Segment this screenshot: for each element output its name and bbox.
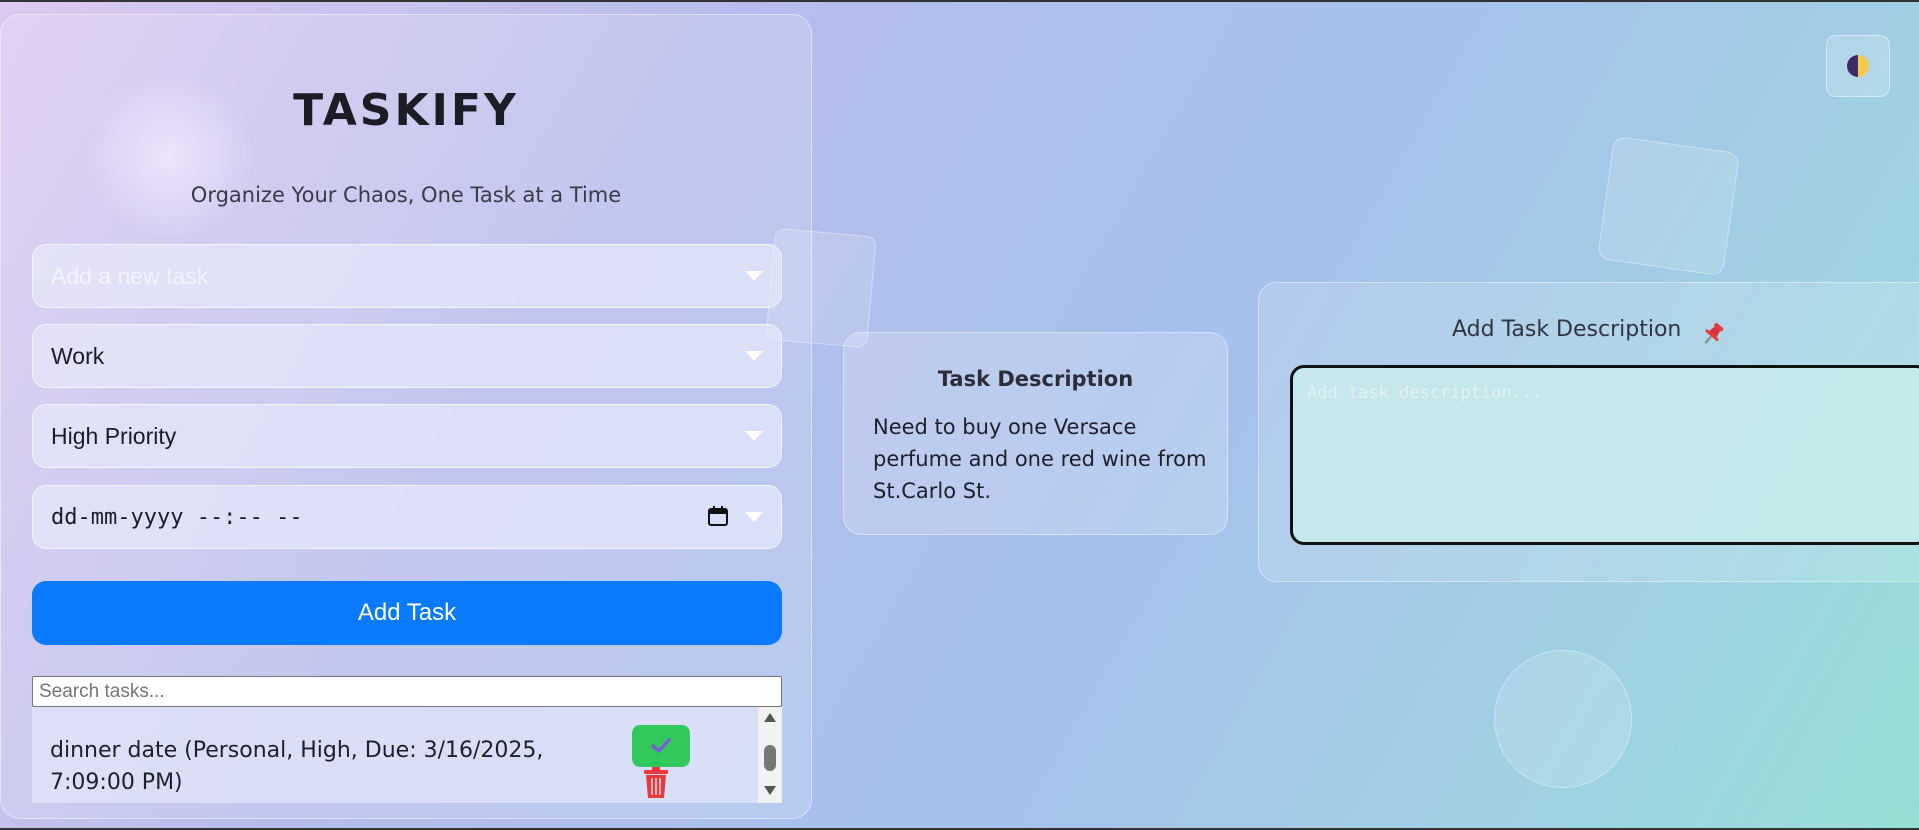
task-list-scrollbar[interactable] — [758, 707, 782, 803]
calendar-icon[interactable] — [707, 505, 729, 527]
description-textarea[interactable] — [1290, 365, 1919, 545]
decorative-square — [1596, 135, 1741, 277]
task-description-text: Need to buy one Versace perfume and one … — [873, 415, 1207, 503]
trash-icon[interactable] — [643, 767, 669, 799]
scroll-down-icon[interactable] — [764, 786, 776, 795]
chevron-down-icon — [745, 431, 763, 441]
priority-value: High Priority — [51, 422, 177, 449]
task-description-card: Task Description Need to buy one Versace… — [843, 332, 1228, 535]
task-list: dinner date (Personal, High, Due: 3/16/2… — [32, 707, 782, 803]
scroll-up-icon[interactable] — [764, 713, 776, 722]
datetime-placeholder: dd-mm-yyyy --:-- -- — [51, 504, 303, 530]
chevron-down-icon — [745, 512, 763, 522]
due-datetime-input[interactable]: dd-mm-yyyy --:-- -- — [32, 485, 782, 549]
chevron-down-icon — [745, 271, 763, 281]
add-description-panel: Add Task Description — [1258, 282, 1919, 582]
scrollbar-thumb[interactable] — [764, 745, 776, 771]
add-description-title: Add Task Description — [1452, 317, 1682, 342]
decorative-circle — [1494, 650, 1632, 788]
half-moon-contrast-icon — [1847, 55, 1869, 77]
theme-toggle-button[interactable] — [1826, 35, 1890, 97]
category-value: Work — [51, 342, 105, 369]
priority-select[interactable]: High Priority — [32, 404, 782, 468]
check-icon — [651, 738, 671, 753]
pushpin-icon — [1704, 322, 1724, 344]
app-subtitle: Organize Your Chaos, One Task at a Time — [190, 183, 622, 207]
chevron-down-icon — [745, 351, 763, 361]
task-description-title: Task Description — [937, 367, 1134, 391]
task-form-panel: TASKIFY Organize Your Chaos, One Task at… — [0, 14, 812, 819]
task-text: dinner date (Personal, High, Due: 3/16/2… — [50, 738, 544, 795]
list-item: dinner date (Personal, High, Due: 3/16/2… — [32, 707, 758, 803]
task-input[interactable]: Add a new task — [32, 244, 782, 308]
task-input-placeholder: Add a new task — [51, 262, 209, 289]
app-title: TASKIFY — [293, 85, 519, 136]
add-task-button[interactable]: Add Task — [32, 581, 782, 645]
search-input[interactable] — [32, 676, 782, 707]
category-select[interactable]: Work — [32, 324, 782, 388]
complete-task-button[interactable] — [632, 725, 690, 767]
